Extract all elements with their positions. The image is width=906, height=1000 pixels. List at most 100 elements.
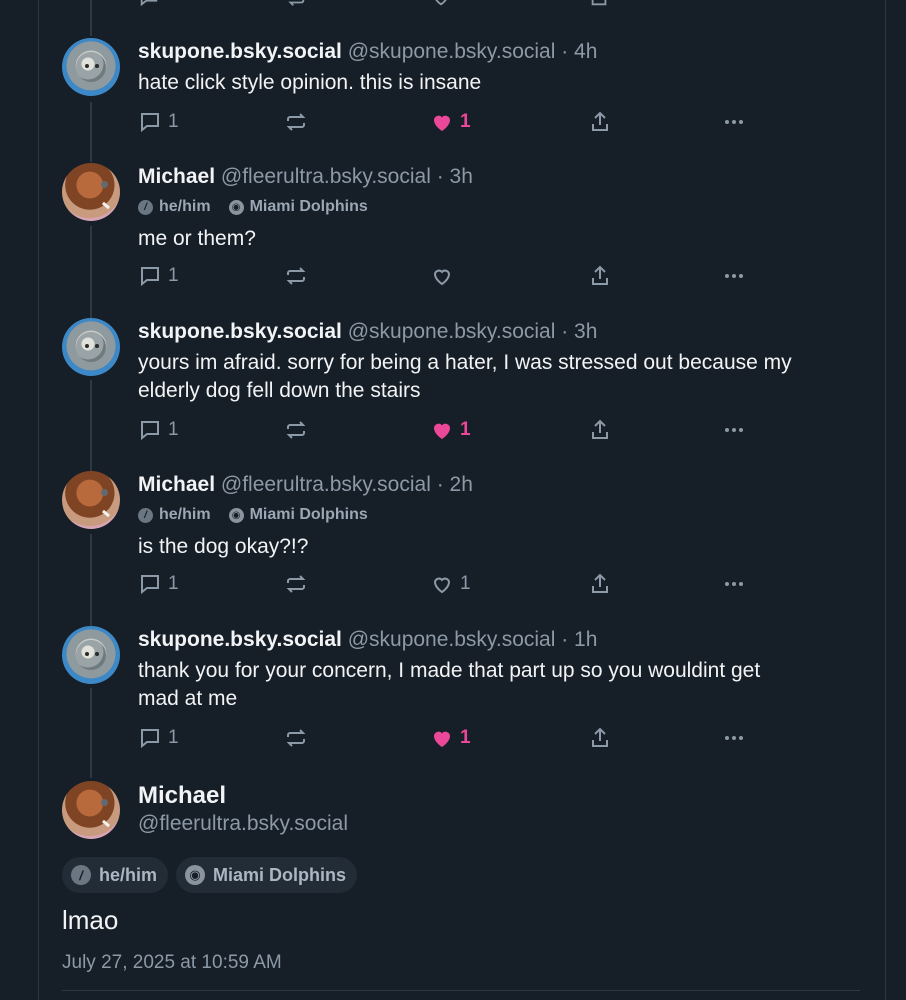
- team-badge: ◉ Miami Dolphins: [228, 506, 368, 524]
- share-button[interactable]: [588, 110, 612, 134]
- post-actions: 1 1: [0, 572, 906, 598]
- share-icon: [592, 419, 608, 439]
- reply-count: 1: [168, 419, 179, 440]
- profile-badges: / he/him ◉ Miami Dolphins: [138, 198, 368, 216]
- repost-button[interactable]: [284, 572, 308, 596]
- share-button[interactable]: [588, 572, 612, 596]
- more-options-button[interactable]: [722, 110, 746, 134]
- heart-filled-icon: [434, 731, 450, 747]
- like-count: 1: [460, 727, 471, 748]
- main-post-handle[interactable]: @fleerultra.bsky.social: [138, 812, 348, 836]
- handle-and-time[interactable]: @fleerultra.bsky.social · 3h: [221, 165, 473, 188]
- reply-button[interactable]: 1: [138, 264, 179, 288]
- like-button[interactable]: 1: [430, 110, 471, 134]
- more-options-button[interactable]: [722, 572, 746, 596]
- team-label: Miami Dolphins: [213, 864, 347, 885]
- more-options-button[interactable]: [722, 264, 746, 288]
- more-options-button[interactable]: [722, 726, 746, 750]
- repost-button[interactable]: [284, 110, 308, 134]
- seal-avatar[interactable]: [62, 626, 120, 684]
- like-button[interactable]: [430, 264, 454, 288]
- author-name[interactable]: skupone.bsky.social: [138, 628, 342, 651]
- repost-icon: [286, 267, 306, 285]
- heart-outline-icon: [433, 269, 451, 286]
- heart-outline-icon: [433, 577, 451, 594]
- like-button[interactable]: 1: [430, 418, 471, 442]
- pronouns-icon: /: [71, 865, 91, 885]
- pronouns-pill[interactable]: / he/him: [62, 857, 169, 893]
- post-text: yours im afraid. sorry for being a hater…: [138, 351, 792, 402]
- like-count: 1: [460, 419, 471, 440]
- thread-container: [38, 0, 886, 1000]
- post-actions: 1 1: [0, 110, 906, 136]
- handle-and-time[interactable]: @fleerultra.bsky.social · 2h: [221, 473, 473, 496]
- reply-icon: [141, 113, 159, 133]
- author-name[interactable]: Michael: [138, 473, 215, 496]
- like-button[interactable]: 1: [430, 726, 471, 750]
- main-post-avatar[interactable]: [62, 781, 120, 839]
- share-button[interactable]: [588, 726, 612, 750]
- author-name[interactable]: skupone.bsky.social: [138, 40, 342, 63]
- pronouns-label: he/him: [99, 864, 158, 885]
- pronouns-badge: / he/him: [138, 198, 211, 216]
- share-button[interactable]: [588, 418, 612, 442]
- author-name[interactable]: Michael: [138, 165, 215, 188]
- reply-count: 1: [168, 111, 179, 132]
- seal-avatar[interactable]: [62, 318, 120, 376]
- repost-button[interactable]: [284, 418, 308, 442]
- profile-badges: / he/him ◉ Miami Dolphins: [138, 506, 368, 524]
- dog-avatar[interactable]: [62, 163, 120, 221]
- post-text: hate click style opinion. this is insane: [138, 71, 482, 94]
- dolphins-logo-icon: ◉: [228, 507, 244, 523]
- share-icon: [592, 111, 608, 131]
- author-name[interactable]: skupone.bsky.social: [138, 320, 342, 343]
- share-icon[interactable]: [588, 0, 610, 13]
- share-icon: [592, 265, 608, 285]
- more-options-button[interactable]: [722, 418, 746, 442]
- heart-filled-icon: [434, 423, 450, 439]
- reply-icon: [141, 267, 159, 287]
- reply-count: 1: [168, 573, 179, 594]
- repost-icon[interactable]: [285, 0, 307, 13]
- post-text: me or them?: [138, 227, 256, 250]
- like-icon[interactable]: [430, 0, 452, 13]
- partial-action-row: [0, 0, 906, 8]
- more-icon: [725, 120, 743, 124]
- reply-icon: [141, 729, 159, 749]
- heart-filled-icon: [434, 115, 450, 131]
- reply-button[interactable]: 1: [138, 572, 179, 596]
- reply-count: 1: [168, 265, 179, 286]
- reply-button[interactable]: 1: [138, 418, 179, 442]
- main-post-badges: / he/him ◉ Miami Dolphins: [62, 857, 358, 893]
- divider: [62, 990, 860, 991]
- dolphins-logo-icon: ◉: [185, 865, 206, 885]
- share-icon: [592, 727, 608, 747]
- handle-and-time[interactable]: @skupone.bsky.social · 4h: [348, 40, 598, 63]
- reply-icon[interactable]: [138, 0, 160, 13]
- reply-icon: [141, 421, 159, 441]
- repost-button[interactable]: [284, 726, 308, 750]
- more-icon: [725, 582, 743, 586]
- team-badge: ◉ Miami Dolphins: [228, 198, 368, 216]
- like-count: 1: [460, 573, 471, 594]
- like-button[interactable]: 1: [430, 572, 471, 596]
- reply-button[interactable]: 1: [138, 726, 179, 750]
- reply-button[interactable]: 1: [138, 110, 179, 134]
- post-text: is the dog okay?!?: [138, 535, 309, 558]
- handle-and-time[interactable]: @skupone.bsky.social · 1h: [348, 628, 598, 651]
- seal-avatar[interactable]: [62, 38, 120, 96]
- team-pill[interactable]: ◉ Miami Dolphins: [176, 857, 358, 893]
- more-icon: [725, 428, 743, 432]
- dog-avatar[interactable]: [62, 471, 120, 529]
- post-actions: 1: [0, 264, 906, 290]
- more-icon: [725, 274, 743, 278]
- main-post-author-name[interactable]: Michael: [138, 782, 226, 810]
- dolphins-logo-icon: ◉: [228, 199, 244, 215]
- handle-and-time[interactable]: @skupone.bsky.social · 3h: [348, 320, 598, 343]
- repost-icon: [286, 113, 306, 131]
- share-button[interactable]: [588, 264, 612, 288]
- pronouns-icon: /: [138, 507, 153, 523]
- repost-button[interactable]: [284, 264, 308, 288]
- main-post-timestamp: July 27, 2025 at 10:59 AM: [62, 952, 282, 973]
- post-actions: 1 1: [0, 726, 906, 752]
